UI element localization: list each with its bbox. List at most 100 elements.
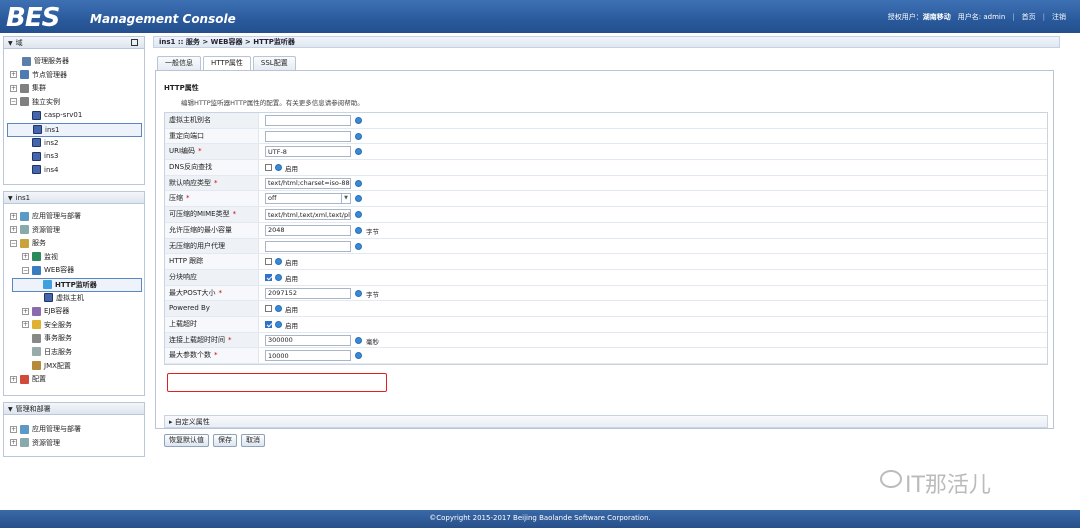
- text-field[interactable]: [265, 209, 351, 221]
- custom-attributes-section[interactable]: ▸ 自定义属性: [164, 415, 1048, 428]
- sidebar-item-label: 应用管理与部署: [32, 425, 81, 433]
- enable-checkbox[interactable]: [265, 164, 272, 172]
- expand-icon[interactable]: +: [10, 439, 17, 447]
- help-icon[interactable]: [355, 132, 362, 140]
- tab-general[interactable]: 一般信息: [157, 56, 201, 70]
- help-icon[interactable]: [355, 211, 362, 219]
- tab-ssl-config[interactable]: SSL配置: [252, 56, 296, 70]
- sidebar-item-ins4[interactable]: ins4: [4, 164, 144, 178]
- sidebar-item-resources[interactable]: + 资源管理: [4, 224, 144, 238]
- tab-http-properties[interactable]: HTTP属性: [203, 56, 251, 71]
- help-icon[interactable]: [355, 352, 362, 360]
- save-button[interactable]: 保存: [213, 434, 237, 447]
- expand-icon[interactable]: +: [10, 84, 17, 92]
- enable-checkbox[interactable]: [265, 305, 272, 313]
- help-icon[interactable]: [355, 336, 362, 344]
- field-label: 最大参数个数 *: [165, 348, 259, 363]
- text-field[interactable]: [265, 334, 351, 346]
- sidebar-item-transaction[interactable]: 事务服务: [4, 332, 144, 346]
- enable-checkbox[interactable]: [265, 273, 272, 281]
- logout-link[interactable]: 注销: [1052, 12, 1066, 22]
- field-value-cell: 字节: [259, 223, 1047, 238]
- help-icon[interactable]: [275, 320, 282, 328]
- restore-defaults-button[interactable]: 恢复默认值: [164, 434, 209, 447]
- sidebar-item-ins1[interactable]: ins1: [7, 122, 142, 137]
- sidebar-item-config[interactable]: + 配置: [4, 373, 144, 387]
- collapse-triangle-icon[interactable]: ▼: [8, 38, 13, 50]
- instance-panel-header[interactable]: ▼ ins1: [4, 192, 144, 204]
- collapse-icon[interactable]: −: [22, 266, 29, 274]
- sidebar-item-casp-srv01[interactable]: casp-srv01: [4, 109, 144, 123]
- field-label-text: 默认响应类型: [169, 178, 211, 187]
- help-icon[interactable]: [355, 148, 362, 156]
- expand-icon[interactable]: +: [10, 212, 17, 220]
- breadcrumb: ins1 :: 服务 > WEB容器 > HTTP监听器: [153, 36, 1060, 48]
- expand-icon[interactable]: +: [22, 307, 29, 315]
- sidebar-item-monitor[interactable]: + 监视: [4, 251, 144, 265]
- expand-icon[interactable]: +: [22, 321, 29, 329]
- sidebar-item-app-deploy-2[interactable]: + 应用管理与部署: [4, 423, 144, 437]
- sidebar-item-ins3[interactable]: ins3: [4, 150, 144, 164]
- help-icon[interactable]: [355, 195, 362, 203]
- sidebar-item-jmx[interactable]: JMX配置: [4, 360, 144, 374]
- help-icon[interactable]: [355, 289, 362, 297]
- expand-icon[interactable]: +: [10, 375, 17, 383]
- expand-icon[interactable]: +: [10, 425, 17, 433]
- collapse-triangle-icon[interactable]: ▼: [8, 193, 13, 205]
- sidebar-item-web-container[interactable]: − WEB容器: [4, 264, 144, 278]
- sidebar-item-http-listener[interactable]: HTTP监听器: [12, 277, 142, 292]
- text-field[interactable]: [265, 240, 351, 252]
- help-icon[interactable]: [355, 117, 362, 124]
- sidebar-item-standalone[interactable]: − 独立实例: [4, 96, 144, 110]
- sidebar-item-log[interactable]: 日志服务: [4, 346, 144, 360]
- text-field[interactable]: [265, 224, 351, 236]
- help-icon[interactable]: [355, 179, 362, 187]
- help-icon[interactable]: [355, 226, 362, 234]
- sidebar-item-resources-2[interactable]: + 资源管理: [4, 437, 144, 451]
- sidebar-item-app-deploy[interactable]: + 应用管理与部署: [4, 210, 144, 224]
- help-icon[interactable]: [275, 164, 282, 172]
- help-icon[interactable]: [275, 258, 282, 266]
- collapse-icon[interactable]: −: [10, 98, 17, 106]
- text-field[interactable]: [265, 146, 351, 158]
- compression-select[interactable]: off ▼: [265, 193, 351, 205]
- config-icon: [20, 374, 29, 384]
- sidebar-item-ejb[interactable]: + EJB容器: [4, 305, 144, 319]
- sidebar-item-node-manager[interactable]: + 节点管理器: [4, 69, 144, 83]
- help-icon[interactable]: [275, 305, 282, 313]
- sidebar-item-label: casp-srv01: [44, 111, 83, 120]
- enable-checkbox[interactable]: [265, 320, 272, 328]
- header-separator: |: [1042, 13, 1045, 21]
- text-field[interactable]: [265, 177, 351, 189]
- help-icon[interactable]: [275, 273, 282, 281]
- properties-panel: HTTP属性 编辑HTTP监听器HTTP属性的配置。有关更多信息请参阅帮助。 虚…: [155, 70, 1054, 447]
- minimize-icon[interactable]: [131, 39, 138, 46]
- expand-icon[interactable]: +: [22, 253, 29, 261]
- sidebar-item-cluster[interactable]: + 集群: [4, 82, 144, 96]
- chevron-down-icon[interactable]: ▼: [341, 194, 350, 204]
- expand-icon[interactable]: +: [10, 71, 17, 79]
- domain-panel-header[interactable]: ▼ 域: [4, 37, 144, 49]
- section-description: 编辑HTTP监听器HTTP属性的配置。有关更多信息请参阅帮助。: [181, 99, 364, 107]
- sidebar-item-label: 配置: [32, 375, 46, 384]
- help-icon[interactable]: [355, 242, 362, 250]
- instance-panel: ▼ ins1 + 应用管理与部署 + 资源管理 − 服务 + 监视 − WEB容器 HTTP…: [3, 191, 145, 396]
- text-field[interactable]: [265, 287, 351, 299]
- collapse-icon[interactable]: −: [10, 239, 17, 247]
- expand-icon[interactable]: +: [10, 226, 17, 234]
- collapse-triangle-icon[interactable]: ▼: [8, 404, 13, 416]
- sidebar-item-services[interactable]: − 服务: [4, 237, 144, 251]
- sidebar-item-ins2[interactable]: ins2: [4, 137, 144, 151]
- deploy-panel-header[interactable]: ▼ 管理和部署: [4, 403, 144, 415]
- sidebar-item-virtual-host[interactable]: 虚拟主机: [4, 292, 144, 306]
- text-field[interactable]: [265, 130, 351, 142]
- field-label-text: 可压缩的MIME类型: [169, 210, 230, 219]
- sidebar-item-security[interactable]: + 安全服务: [4, 319, 144, 333]
- text-field[interactable]: [265, 350, 351, 362]
- enable-checkbox[interactable]: [265, 258, 272, 266]
- field-label-text: 最大POST大小: [169, 288, 216, 297]
- sidebar-item-admin-server[interactable]: 管理服务器: [4, 55, 144, 69]
- home-link[interactable]: 首页: [1022, 12, 1036, 22]
- cancel-button[interactable]: 取消: [241, 434, 265, 447]
- text-field[interactable]: [265, 115, 351, 126]
